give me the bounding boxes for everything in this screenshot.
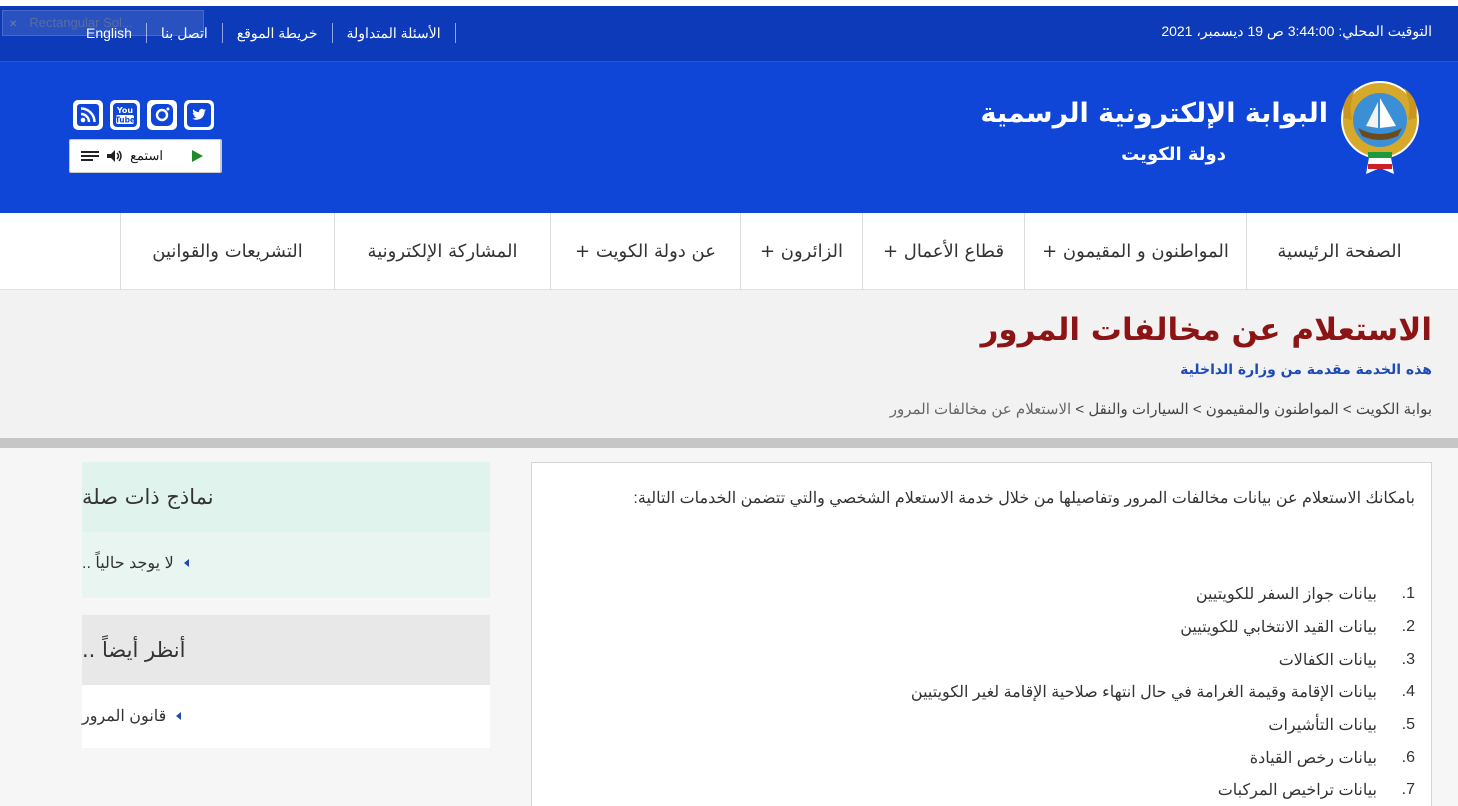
nav-item-business[interactable]: قطاع الأعمال +: [862, 213, 1024, 290]
site-header: البوابة الإلكترونية الرسمية دولة الكويت …: [0, 62, 1458, 213]
play-button[interactable]: [173, 140, 221, 172]
nav-item-legislation[interactable]: التشريعات والقوانين: [120, 213, 334, 290]
related-forms-title: نماذج ذات صلة: [82, 462, 490, 532]
list-item: 5. بيانات التأشيرات: [1268, 716, 1415, 735]
breadcrumb-separator: >: [1342, 401, 1352, 418]
related-form-item[interactable]: لا يوجد حالياً ..: [82, 532, 490, 594]
see-also-panel: أنظر أيضاً .. قانون المرور: [82, 615, 490, 748]
local-time: التوقيت المحلي: 3:44:00 ص 19 ديسمبر، 202…: [1161, 23, 1432, 39]
breadcrumb-current: الاستعلام عن مخالفات المرور: [889, 401, 1072, 418]
breadcrumb-separator: >: [1075, 401, 1085, 418]
kuwait-emblem-icon[interactable]: [1338, 78, 1422, 176]
nav-item-about-kuwait[interactable]: عن دولة الكويت +: [550, 213, 740, 290]
listen-label: استمع: [130, 148, 163, 163]
intro-text: بامكانك الاستعلام عن بيانات مخالفات المر…: [633, 490, 1415, 507]
breadcrumb-kuwait-portal[interactable]: بوابة الكويت: [1356, 401, 1432, 418]
broken-image-icon: ✕: [9, 19, 18, 30]
service-provider[interactable]: هذه الخدمة مقدمة من وزارة الداخلية: [1180, 362, 1432, 378]
breadcrumb-cars-transport[interactable]: السيارات والنقل: [1088, 401, 1188, 418]
list-item: 7. بيانات تراخيص المركبات: [1217, 781, 1415, 800]
rss-icon[interactable]: [73, 100, 103, 130]
social-links: You Tube: [73, 100, 214, 130]
list-item: 1. بيانات جواز السفر للكويتيين: [1195, 585, 1415, 604]
menu-lines-icon: [81, 151, 100, 161]
broken-image-alt: Rectangular Sol...: [29, 15, 133, 30]
breadcrumb-citizens[interactable]: المواطنون والمقيمون: [1206, 401, 1339, 418]
breadcrumb-separator: >: [1192, 401, 1202, 418]
sitemap-link[interactable]: خريطة الموقع: [223, 25, 332, 42]
list-item: 4. بيانات الإقامة وقيمة الغرامة في حال ان…: [910, 683, 1415, 702]
nav-item-e-participation[interactable]: المشاركة الإلكترونية: [334, 213, 550, 290]
related-forms-panel: نماذج ذات صلة لا يوجد حالياً ..: [82, 462, 490, 598]
nav-item-home[interactable]: الصفحة الرئيسية: [1246, 213, 1432, 290]
main-navigation: الصفحة الرئيسية المواطنون و المقيمون + ق…: [0, 213, 1458, 290]
list-item: 3. بيانات الكفالات: [1278, 650, 1415, 669]
page-title: الاستعلام عن مخالفات المرور: [980, 312, 1432, 348]
broken-image-placeholder: ✕ Rectangular Sol...: [2, 10, 204, 36]
see-also-title: أنظر أيضاً ..: [82, 615, 490, 685]
page-title-area: الاستعلام عن مخالفات المرور هذه الخدمة م…: [0, 290, 1458, 438]
service-description: بامكانك الاستعلام عن بيانات مخالفات المر…: [531, 462, 1432, 806]
nav-item-visitors[interactable]: الزائرون +: [740, 213, 862, 290]
see-also-traffic-law-link[interactable]: قانون المرور: [82, 685, 490, 747]
link-separator: [454, 23, 456, 43]
top-bar: التوقيت المحلي: 3:44:00 ص 19 ديسمبر، 202…: [0, 6, 1458, 62]
twitter-icon[interactable]: [184, 100, 214, 130]
bullet-arrow-icon: [176, 712, 182, 720]
services-list: 1. بيانات جواز السفر للكويتيين 2. بيانات ا…: [555, 578, 1415, 806]
play-icon: [191, 150, 203, 162]
instagram-icon[interactable]: [147, 100, 177, 130]
faq-link[interactable]: الأسئلة المتداولة: [333, 25, 455, 42]
list-item: 2. بيانات القيد الانتخابي للكويتيين: [1180, 618, 1415, 637]
listen-widget: استمع: [69, 139, 222, 173]
speaker-icon: [107, 150, 122, 162]
breadcrumb: بوابة الكويت > المواطنون والمقيمون > الس…: [890, 400, 1432, 418]
section-divider: [0, 438, 1458, 448]
list-item: 6. بيانات رخص القيادة: [1249, 748, 1415, 767]
site-subtitle: دولة الكويت: [1121, 144, 1226, 165]
nav-list: الصفحة الرئيسية المواطنون و المقيمون + ق…: [120, 213, 1432, 290]
bullet-arrow-icon: [183, 559, 189, 567]
svg-text:Tube: Tube: [115, 116, 135, 125]
nav-item-citizens[interactable]: المواطنون و المقيمون +: [1024, 213, 1246, 290]
svg-text:You: You: [116, 106, 134, 115]
site-title[interactable]: البوابة الإلكترونية الرسمية: [981, 98, 1328, 129]
youtube-icon[interactable]: You Tube: [110, 100, 140, 130]
listen-button[interactable]: استمع: [70, 140, 173, 172]
